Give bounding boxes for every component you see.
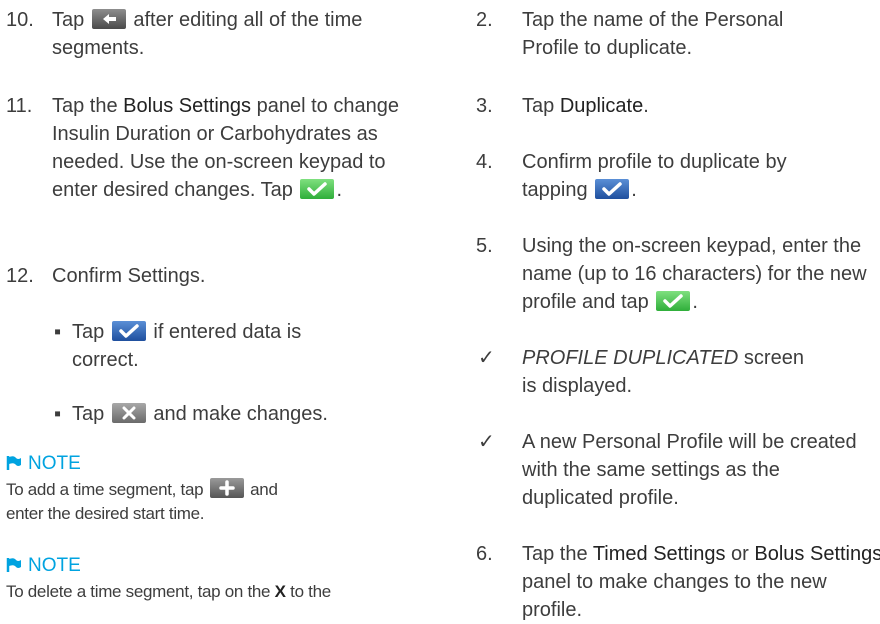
step-11: 11. Tap the Bolus Settings panel to chan… [6,92,412,204]
step-number: 2. [476,9,493,31]
step-6: 6. Tap the Timed Settings or Bolus Setti… [476,540,880,624]
screen-name: PROFILE DUPLICATED [522,347,739,369]
step-number: 12. [6,265,34,287]
result-screen-displayed: ✓ PROFILE DUPLICATED screen is displayed… [476,344,822,400]
bullet-marker: ▪ [54,321,62,343]
step-number: 4. [476,151,493,173]
note-add-segment: NOTE To add a time segment, tap and ente… [6,452,406,526]
flag-icon [6,454,22,478]
step-text: Tap the [522,543,588,565]
note-text: to the [290,582,331,601]
step-text: . [631,179,637,201]
note-heading: NOTE [6,554,406,580]
step-number: 11. [6,95,33,117]
bullet-text: Tap [72,321,105,343]
note-body: To delete a time segment, tap on the X t… [6,580,336,602]
step-text: panel to make changes to the new profile… [522,571,827,621]
bolus-settings-label: Bolus Settings [754,543,880,565]
flag-icon [6,556,22,580]
step-number: 6. [476,543,493,565]
step-2: 2. Tap the name of the Personal Profile … [476,6,822,62]
checkmark-icon [656,291,691,311]
duplicate-label: Duplicate [559,95,644,117]
step-12: 12. Confirm Settings. [6,262,452,290]
result-text: A new Personal Profile will be created w… [522,431,857,509]
note-text: To add a time segment, tap [6,480,204,499]
step-text: . [692,291,698,313]
manual-page: 10. Tap after editing all of the time se… [0,0,880,621]
note-bold-x: X [274,582,286,601]
bullet-confirm: ▪ Tap if entered data is correct. [6,318,352,374]
step-number: 3. [476,95,493,117]
bullet-text: Tap [72,403,105,425]
step-text: or [731,543,749,565]
checkmark-bullet: ✓ [478,431,495,453]
note-body: To add a time segment, tap and enter the… [6,478,316,526]
result-new-profile: ✓ A new Personal Profile will be created… [476,428,862,512]
bullet-marker: ▪ [54,403,62,425]
step-text: Confirm Settings. [52,265,206,287]
step-4: 4. Confirm profile to duplicate by tappi… [476,148,822,204]
step-5: 5. Using the on-screen keypad, enter the… [476,232,880,316]
step-text: Tap [522,95,555,117]
step-text: Tap the [52,95,118,117]
note-heading: NOTE [6,452,406,478]
bullet-change: ▪ Tap and make changes. [6,400,432,428]
step-text: Confirm profile to duplicate by tapping [522,151,787,201]
note-heading-text: NOTE [28,453,81,474]
plus-icon [209,478,244,498]
step-number: 5. [476,235,493,257]
back-arrow-icon [91,9,126,29]
step-text: Tap [52,9,85,31]
checkmark-bullet: ✓ [478,347,495,369]
note-heading-text: NOTE [28,555,81,576]
timed-settings-label: Timed Settings [592,543,726,565]
bolus-settings-label: Bolus Settings [123,95,252,117]
step-text: Tap the name of the Personal Profile to … [522,9,784,59]
step-3: 3. Tap Duplicate. [476,92,880,120]
step-text: . [336,179,343,201]
checkmark-icon [300,179,335,199]
close-x-icon [111,403,146,423]
step-text: . [643,95,649,117]
note-delete-segment: NOTE To delete a time segment, tap on th… [6,554,406,602]
checkmark-icon [111,321,146,341]
step-number: 10. [6,9,34,31]
bullet-text: if entered data is correct. [72,321,302,371]
bullet-text: and make changes. [153,403,328,425]
step-10: 10. Tap after editing all of the time se… [6,6,452,62]
note-text: To delete a time segment, tap on the [6,582,271,601]
checkmark-icon [595,179,630,199]
